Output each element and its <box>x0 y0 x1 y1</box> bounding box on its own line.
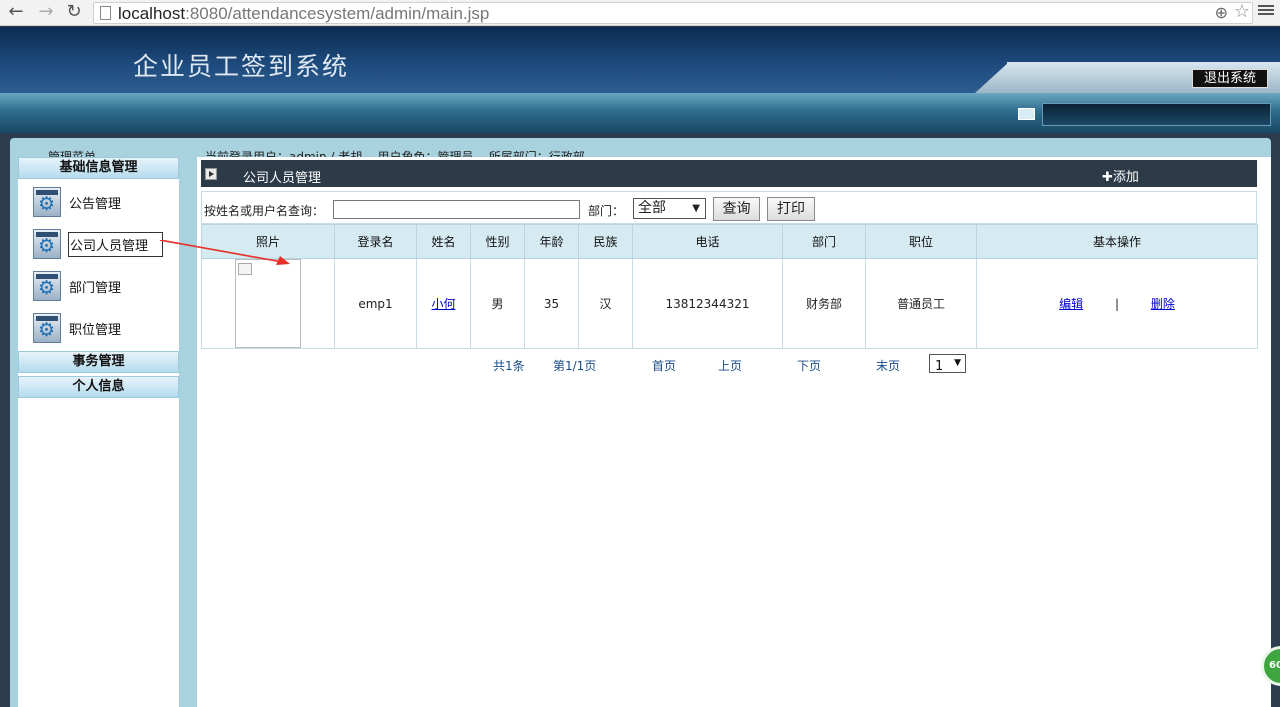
monitor-icon <box>1018 108 1035 120</box>
sidebar-splitter[interactable] <box>179 157 197 707</box>
page-select-value: 1 <box>935 359 944 374</box>
browser-menu-icon[interactable] <box>1258 3 1274 19</box>
col-position: 职位 <box>865 224 977 259</box>
first-page-link[interactable]: 首页 <box>652 357 676 374</box>
col-phone: 电话 <box>632 224 783 259</box>
total-count: 共1条 <box>493 359 525 373</box>
logout-button[interactable]: 退出系统 <box>1192 69 1268 88</box>
col-gender: 性别 <box>470 224 525 259</box>
section-basic-info[interactable]: 基础信息管理 <box>18 157 179 179</box>
sidebar-item-label: 部门管理 <box>69 281 122 296</box>
broken-image-icon <box>235 259 301 348</box>
search-label: 按姓名或用户名查询： <box>204 204 325 218</box>
col-age: 年龄 <box>524 224 579 259</box>
sub-header-bar <box>0 93 1280 133</box>
play-icon <box>205 168 217 180</box>
header-tab-slope <box>975 62 1009 93</box>
chevron-down-icon: ▼ <box>954 358 961 368</box>
dept-label: 部门： <box>588 204 625 218</box>
browser-toolbar: ← → ↻ localhost:8080/attendancesystem/ad… <box>0 0 1280 26</box>
staff-table: 照片 登录名 姓名 性别 年龄 民族 电话 部门 职位 基本操作 emp1 小何… <box>201 224 1258 349</box>
gender-cell: 男 <box>470 258 525 349</box>
content-panel: 公司人员管理 ✚添加 按姓名或用户名查询： 部门： 全部 ▼ 查询 打印 照片 登… <box>197 157 1271 707</box>
url-path: :8080/attendancesystem/admin/main.jsp <box>185 4 490 23</box>
search-input[interactable] <box>333 200 580 219</box>
name-link[interactable]: 小何 <box>431 297 455 311</box>
url-text[interactable]: localhost:8080/attendancesystem/admin/ma… <box>118 3 489 25</box>
search-bar: 按姓名或用户名查询： 部门： 全部 ▼ 查询 打印 <box>201 191 1257 224</box>
content-title-bar: 公司人员管理 ✚添加 <box>201 160 1257 187</box>
forward-arrow-icon[interactable]: → <box>36 2 56 22</box>
pagination: 共1条 第1/1页 首页 上页 下页 末页 1 ▼ <box>197 354 1271 376</box>
table-row: emp1 小何 男 35 汉 13812344321 财务部 普通员工 编辑 |… <box>201 258 1258 349</box>
page-icon <box>100 6 111 20</box>
dept-select-value: 全部 <box>638 200 666 216</box>
gear-window-icon <box>33 187 61 217</box>
col-dept: 部门 <box>782 224 866 259</box>
col-ethnicity: 民族 <box>578 224 633 259</box>
add-button[interactable]: ✚添加 <box>1102 166 1139 185</box>
prev-page-link[interactable]: 上页 <box>718 357 742 374</box>
name-cell: 小何 <box>416 258 471 349</box>
photo-cell <box>201 258 335 349</box>
subheader-box <box>1042 103 1271 126</box>
zoom-icon[interactable]: ⊕ <box>1215 3 1228 22</box>
col-actions: 基本操作 <box>976 224 1258 259</box>
gear-window-icon <box>33 271 61 301</box>
content-title: 公司人员管理 <box>243 171 322 186</box>
section-affairs[interactable]: 事务管理 <box>18 351 179 373</box>
gear-window-icon <box>33 229 61 259</box>
dept-select[interactable]: 全部 ▼ <box>633 198 706 219</box>
position-cell: 普通员工 <box>865 258 977 349</box>
col-name: 姓名 <box>416 224 471 259</box>
age-cell: 35 <box>524 258 579 349</box>
action-separator: | <box>1114 297 1120 311</box>
app-header: 企业员工签到系统 退出系统 <box>0 27 1280 93</box>
dept-cell: 财务部 <box>782 258 866 349</box>
last-page-link[interactable]: 末页 <box>876 357 900 374</box>
print-button[interactable]: 打印 <box>767 197 815 221</box>
delete-link[interactable]: 删除 <box>1151 297 1175 311</box>
reload-icon[interactable]: ↻ <box>64 2 84 22</box>
actions-cell: 编辑 | 删除 <box>976 258 1258 349</box>
page-indicator: 第1/1页 <box>553 359 597 373</box>
chevron-down-icon: ▼ <box>692 203 700 214</box>
phone-cell: 13812344321 <box>632 258 783 349</box>
basic-info-menu: 公告管理 公司人员管理 部门管理 职位管理 <box>18 179 179 351</box>
page-select[interactable]: 1 ▼ <box>929 354 966 374</box>
login-cell: emp1 <box>334 258 417 349</box>
back-arrow-icon[interactable]: ← <box>6 2 26 22</box>
system-title: 企业员工签到系统 <box>133 52 350 81</box>
next-page-link[interactable]: 下页 <box>797 357 821 374</box>
col-login: 登录名 <box>334 224 417 259</box>
table-header-row: 照片 登录名 姓名 性别 年龄 民族 电话 部门 职位 基本操作 <box>201 224 1258 259</box>
section-personal-info[interactable]: 个人信息 <box>18 376 179 398</box>
sidebar: 基础信息管理 公告管理 公司人员管理 部门管理 职位管理 事务管理 个人信息 <box>18 157 179 707</box>
sidebar-item-label: 公司人员管理 <box>68 232 164 257</box>
col-photo: 照片 <box>201 224 335 259</box>
url-host: localhost <box>118 4 186 23</box>
query-button[interactable]: 查询 <box>713 197 760 221</box>
sidebar-item-label: 职位管理 <box>69 323 122 338</box>
bookmark-star-icon[interactable]: ☆ <box>1234 1 1250 22</box>
ethnicity-cell: 汉 <box>578 258 633 349</box>
sidebar-item-label: 公告管理 <box>69 197 122 212</box>
address-bar[interactable]: localhost:8080/attendancesystem/admin/ma… <box>93 2 1253 24</box>
edit-link[interactable]: 编辑 <box>1059 297 1083 311</box>
gear-window-icon <box>33 313 61 343</box>
